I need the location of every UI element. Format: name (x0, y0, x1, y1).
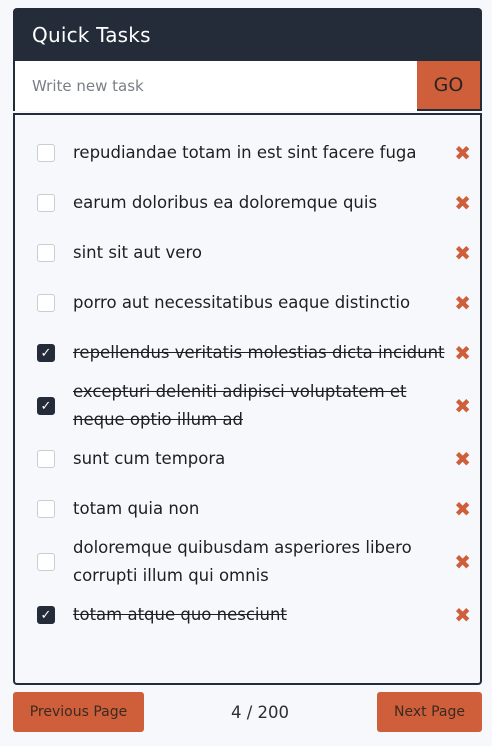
task-item: ✓ excepturi deleniti adipisci voluptatem… (15, 378, 480, 434)
task-checkbox[interactable] (37, 244, 55, 262)
new-task-input[interactable] (15, 61, 417, 111)
task-checkbox[interactable] (37, 450, 55, 468)
task-item: repudiandae totam in est sint facere fug… (15, 128, 480, 178)
close-icon[interactable]: ✖ (454, 293, 471, 313)
close-icon[interactable]: ✖ (454, 605, 471, 625)
next-page-button[interactable]: Next Page (377, 692, 482, 732)
task-text: totam atque quo nesciunt (73, 605, 287, 624)
app-header: Quick Tasks (13, 8, 482, 61)
close-icon[interactable]: ✖ (454, 396, 471, 416)
task-text: excepturi deleniti adipisci voluptatem e… (73, 382, 407, 429)
page-indicator: 4 / 200 (231, 702, 290, 722)
task-checkbox[interactable] (37, 294, 55, 312)
task-checkbox[interactable] (37, 194, 55, 212)
close-icon[interactable]: ✖ (454, 552, 471, 572)
task-checkbox[interactable]: ✓ (37, 606, 55, 624)
close-icon[interactable]: ✖ (454, 449, 471, 469)
app-title: Quick Tasks (32, 22, 151, 47)
new-task-form: GO (13, 61, 482, 111)
previous-page-button[interactable]: Previous Page (13, 692, 144, 732)
close-icon[interactable]: ✖ (454, 343, 471, 363)
task-item: sint sit aut vero ✖ (15, 228, 480, 278)
task-item: ✓ totam atque quo nesciunt ✖ (15, 590, 480, 640)
checkmark-icon: ✓ (40, 607, 52, 623)
task-item: ✓ repellendus veritatis molestias dicta … (15, 328, 480, 378)
task-checkbox[interactable] (37, 553, 55, 571)
task-text: repellendus veritatis molestias dicta in… (73, 343, 445, 362)
task-text: totam quia non (73, 499, 200, 518)
task-item: porro aut necessitatibus eaque distincti… (15, 278, 480, 328)
close-icon[interactable]: ✖ (454, 243, 471, 263)
task-list: repudiandae totam in est sint facere fug… (13, 113, 482, 685)
go-button[interactable]: GO (417, 61, 480, 109)
task-item: sunt cum tempora ✖ (15, 434, 480, 484)
task-text: sunt cum tempora (73, 449, 226, 468)
close-icon[interactable]: ✖ (454, 143, 471, 163)
task-item: earum doloribus ea doloremque quis ✖ (15, 178, 480, 228)
task-item: doloremque quibusdam asperiores libero c… (15, 534, 480, 590)
close-icon[interactable]: ✖ (454, 193, 471, 213)
quick-tasks-app: Quick Tasks GO repudiandae totam in est … (13, 8, 482, 685)
task-text: doloremque quibusdam asperiores libero c… (73, 538, 412, 585)
close-icon[interactable]: ✖ (454, 499, 471, 519)
checkmark-icon: ✓ (40, 398, 52, 414)
task-text: earum doloribus ea doloremque quis (73, 193, 378, 212)
task-text: porro aut necessitatibus eaque distincti… (73, 293, 411, 312)
task-checkbox[interactable]: ✓ (37, 344, 55, 362)
task-text: repudiandae totam in est sint facere fug… (73, 143, 417, 162)
task-text: sint sit aut vero (73, 243, 202, 262)
pagination: Previous Page 4 / 200 Next Page (13, 692, 482, 732)
task-checkbox[interactable]: ✓ (37, 397, 55, 415)
task-checkbox[interactable] (37, 144, 55, 162)
task-item: totam quia non ✖ (15, 484, 480, 534)
task-checkbox[interactable] (37, 500, 55, 518)
checkmark-icon: ✓ (40, 345, 52, 361)
